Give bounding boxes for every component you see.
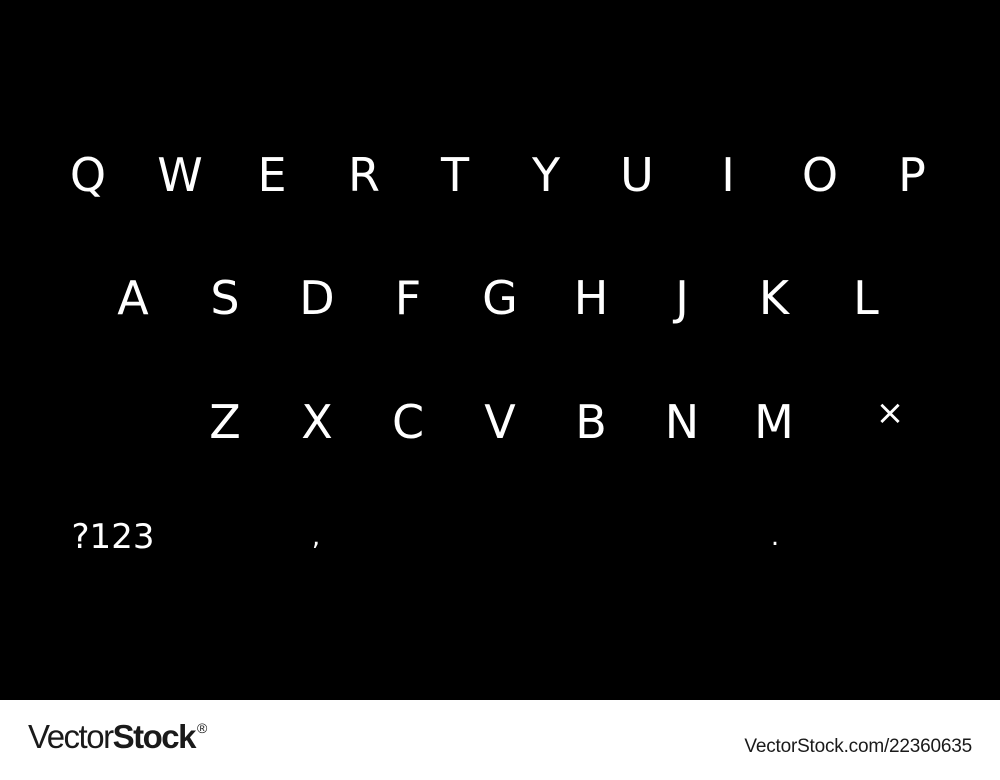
key-s[interactable]: S	[185, 258, 265, 338]
key-o[interactable]: O	[780, 135, 860, 215]
key-c[interactable]: C	[368, 382, 448, 462]
key-m[interactable]: M	[734, 382, 814, 462]
key-d[interactable]: D	[277, 258, 357, 338]
image-id-text: VectorStock.com/22360635	[744, 736, 972, 757]
key-f[interactable]: F	[368, 258, 448, 338]
key-v[interactable]: V	[460, 382, 540, 462]
key-z[interactable]: Z	[185, 382, 265, 462]
symbols-key[interactable]: ?123	[53, 497, 173, 577]
key-e[interactable]: E	[232, 135, 312, 215]
key-k[interactable]: K	[734, 258, 814, 338]
key-y[interactable]: Y	[506, 135, 586, 215]
key-b[interactable]: B	[551, 382, 631, 462]
vectorstock-logo: Vector Stock ®	[28, 718, 207, 762]
registered-mark: ®	[196, 720, 208, 736]
delete-key[interactable]: ×	[850, 373, 930, 453]
key-x[interactable]: X	[277, 382, 357, 462]
key-g[interactable]: G	[460, 258, 540, 338]
key-h[interactable]: H	[551, 258, 631, 338]
comma-key[interactable]: ,	[276, 497, 356, 577]
key-i[interactable]: I	[688, 135, 768, 215]
key-l[interactable]: L	[826, 258, 906, 338]
keyboard: Q W E R T Y U I O P A S D F G H J K L Z …	[0, 0, 1000, 700]
key-q[interactable]: Q	[48, 135, 128, 215]
key-u[interactable]: U	[597, 135, 677, 215]
watermark-footer: Vector Stock ® VectorStock.com/22360635	[0, 700, 1000, 780]
logo-text-regular: Vector	[28, 718, 114, 755]
key-w[interactable]: W	[140, 135, 220, 215]
key-a[interactable]: A	[93, 258, 173, 338]
key-n[interactable]: N	[642, 382, 722, 462]
key-j[interactable]: J	[642, 258, 722, 338]
logo-text-bold: Stock	[112, 718, 197, 755]
key-p[interactable]: P	[872, 135, 952, 215]
period-key[interactable]: .	[735, 497, 815, 577]
key-r[interactable]: R	[324, 135, 404, 215]
key-t[interactable]: T	[415, 135, 495, 215]
